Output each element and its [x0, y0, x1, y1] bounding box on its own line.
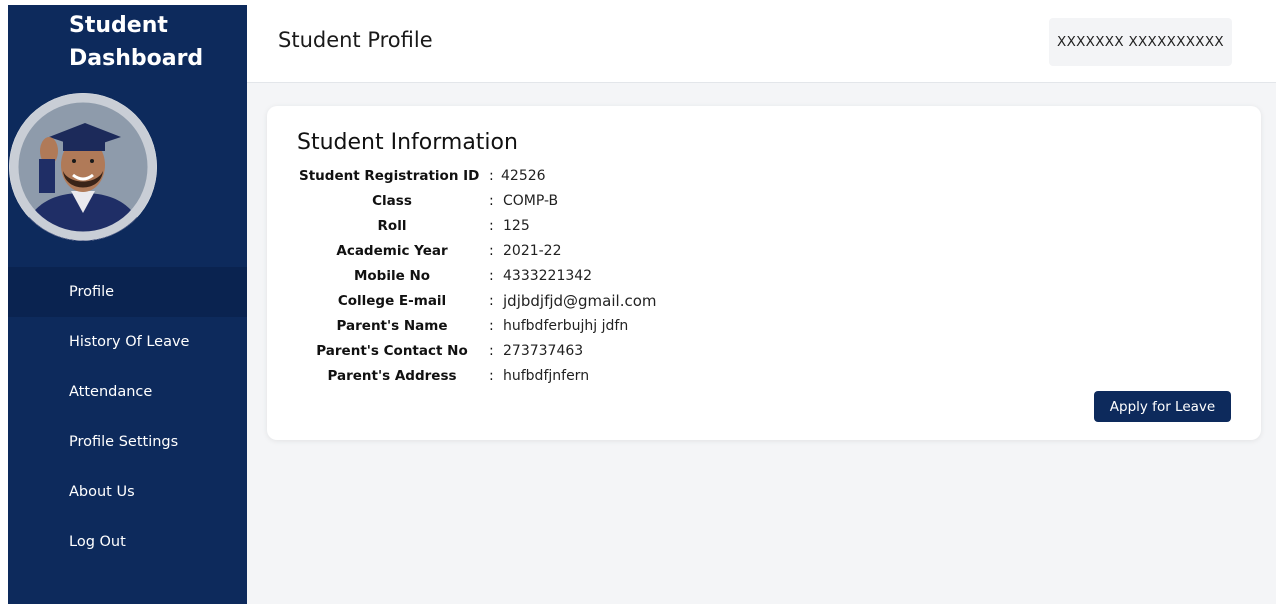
info-label: Parent's Address: [327, 368, 457, 384]
info-row-mobile-no: Mobile No : 4333221342: [297, 264, 657, 289]
info-value: 42526: [501, 168, 546, 184]
sidebar-item-label: About Us: [69, 484, 135, 500]
info-separator: :: [489, 268, 494, 284]
sidebar: Student Dashboard Profile History Of Lea…: [8, 5, 247, 604]
student-info-list: Student Registration ID : 42526 Class : …: [297, 164, 657, 389]
sidebar-item-label: Profile: [69, 284, 115, 300]
page-title: Student Profile: [278, 28, 433, 52]
info-label: Mobile No: [353, 268, 431, 284]
sidebar-item-label: Attendance: [69, 384, 153, 400]
sidebar-item-log-out[interactable]: Log Out: [8, 517, 247, 567]
student-info-card: Student Information Student Registration…: [267, 106, 1261, 440]
info-label: Student Registration ID: [299, 168, 480, 184]
info-separator: :: [489, 343, 494, 359]
user-name-chip[interactable]: XXXXXXX XXXXXXXXXX: [1049, 18, 1232, 66]
info-separator: :: [489, 293, 494, 309]
sidebar-item-history-of-leave[interactable]: History Of Leave: [8, 317, 247, 367]
top-bar: Student Profile XXXXXXX XXXXXXXXXX: [247, 0, 1276, 83]
info-separator: :: [489, 218, 494, 234]
info-label: College E-mail: [337, 293, 447, 309]
info-separator: :: [489, 168, 494, 184]
info-value: hufbdferbujhj jdfn: [503, 318, 629, 334]
info-value: 125: [503, 218, 530, 234]
sidebar-item-attendance[interactable]: Attendance: [8, 367, 247, 417]
info-label: Parent's Name: [336, 318, 448, 334]
info-row-academic-year: Academic Year : 2021-22: [297, 239, 657, 264]
info-row-roll: Roll : 125: [297, 214, 657, 239]
brand-line-2: Dashboard: [69, 46, 204, 71]
info-row-registration-id: Student Registration ID : 42526: [297, 164, 657, 189]
info-label: Academic Year: [336, 243, 448, 259]
info-label: Roll: [377, 218, 407, 234]
sidebar-nav: Profile History Of Leave Attendance Prof…: [8, 267, 247, 567]
info-separator: :: [489, 243, 494, 259]
sidebar-item-profile[interactable]: Profile: [8, 267, 247, 317]
info-value: jdjbdjfjd@gmail.com: [503, 292, 657, 310]
info-value: 273737463: [503, 343, 584, 359]
info-row-parents-name: Parent's Name : hufbdferbujhj jdfn: [297, 314, 657, 339]
avatar: [9, 93, 157, 241]
sidebar-item-profile-settings[interactable]: Profile Settings: [8, 417, 247, 467]
info-separator: :: [489, 193, 494, 209]
app-root: Student Dashboard Profile History Of Lea…: [0, 0, 1276, 604]
info-value: 2021-22: [503, 243, 562, 259]
sidebar-item-label: History Of Leave: [69, 334, 190, 350]
info-row-parents-contact-no: Parent's Contact No : 273737463: [297, 339, 657, 364]
main-content: Student Information Student Registration…: [247, 83, 1276, 604]
info-value: 4333221342: [503, 268, 593, 284]
sidebar-item-label: Profile Settings: [69, 434, 179, 450]
apply-for-leave-button[interactable]: Apply for Leave: [1094, 391, 1231, 422]
info-row-college-email: College E-mail : jdjbdjfjd@gmail.com: [297, 289, 657, 314]
brand-title: Student Dashboard: [69, 9, 203, 75]
brand-line-1: Student: [69, 13, 168, 38]
card-title: Student Information: [297, 130, 518, 155]
info-separator: :: [489, 318, 494, 334]
info-row-class: Class : COMP-B: [297, 189, 657, 214]
info-value: COMP-B: [503, 193, 559, 209]
sidebar-item-about-us[interactable]: About Us: [8, 467, 247, 517]
info-value: hufbdfjnfern: [503, 368, 590, 384]
sidebar-item-label: Log Out: [69, 534, 126, 550]
info-label: Class: [372, 193, 412, 209]
info-separator: :: [489, 368, 494, 384]
info-label: Parent's Contact No: [316, 343, 468, 359]
info-row-parents-address: Parent's Address : hufbdfjnfern: [297, 364, 657, 389]
avatar-image: [9, 93, 157, 241]
